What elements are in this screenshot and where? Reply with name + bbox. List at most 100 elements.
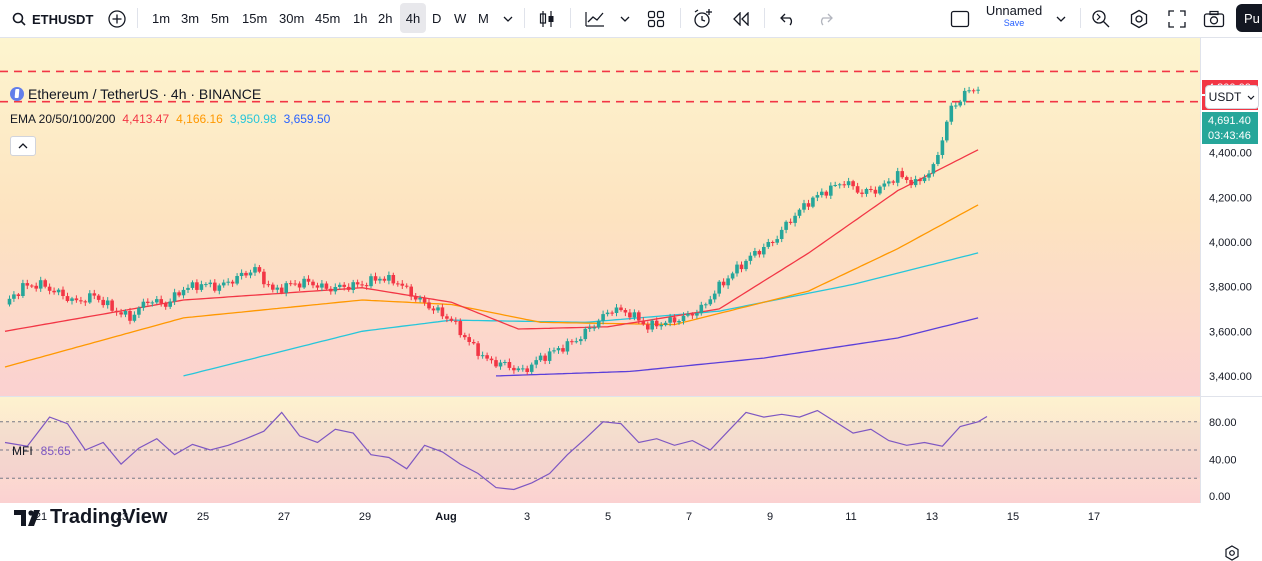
candle-body (253, 267, 257, 273)
candle-body (422, 297, 427, 303)
chart-legend-title[interactable]: Ethereum / TetherUS · 4h · BINANCE (10, 86, 261, 102)
candle-body (355, 282, 360, 285)
interval-d[interactable]: D (428, 3, 445, 33)
candle-body (779, 229, 784, 239)
interval-45m[interactable]: 45m (311, 3, 344, 33)
candle-body (690, 313, 695, 316)
candle-body (507, 362, 512, 368)
candle-body (695, 313, 699, 316)
candle-body (463, 335, 467, 338)
candle-body (458, 321, 463, 336)
candle-body (271, 284, 275, 290)
time-tick-label: Aug (435, 511, 456, 523)
interval-m[interactable]: M (474, 3, 493, 33)
mfi-legend[interactable]: MFI 85.65 (12, 444, 71, 458)
candle-body (610, 312, 614, 314)
price-tick-label: 3,800.00 (1209, 282, 1252, 294)
candle-body (587, 327, 592, 329)
candle-body (364, 285, 369, 287)
candle-body (105, 300, 110, 306)
candle-body (882, 183, 887, 187)
candle-body (686, 313, 690, 316)
alert-icon[interactable] (689, 4, 717, 34)
candle-body (230, 281, 235, 284)
candle-body (900, 171, 904, 178)
candle-body (824, 191, 829, 196)
candle-body (47, 286, 52, 291)
separator (524, 8, 525, 28)
candle-body (561, 348, 565, 352)
interval-1m[interactable]: 1m (148, 3, 174, 33)
symbol-description: Ethereum / TetherUS · 4h · BINANCE (28, 86, 262, 102)
candle-body (248, 272, 253, 276)
candle-body (351, 282, 355, 290)
settings-icon[interactable] (1125, 4, 1153, 34)
chart-area[interactable]: 4,800.004,700.004,691.4003:43:46 4,400.0… (0, 38, 1262, 561)
separator (137, 8, 138, 28)
add-symbol-icon[interactable] (103, 4, 131, 34)
candle-body (596, 320, 601, 328)
candle-body (766, 242, 771, 247)
candle-body (150, 302, 155, 304)
candle-body (592, 327, 596, 329)
candle-body (293, 283, 297, 285)
interval-w[interactable]: W (450, 3, 470, 33)
candle-body (436, 307, 440, 311)
replay-icon[interactable] (727, 4, 755, 34)
chevron-down-icon[interactable] (494, 4, 522, 34)
interval-3m[interactable]: 3m (177, 3, 203, 33)
candle-body (288, 283, 293, 285)
candle-body (860, 192, 864, 194)
collapse-legend-button[interactable] (10, 136, 36, 156)
interval-2h[interactable]: 2h (374, 3, 396, 33)
interval-1h[interactable]: 1h (349, 3, 371, 33)
candle-body (262, 271, 266, 285)
interval-15m[interactable]: 15m (238, 3, 271, 33)
templates-icon[interactable] (642, 4, 670, 34)
symbol-search-button[interactable]: ETHUSDT (8, 4, 97, 34)
last-price-label: 4,691.40 (1208, 115, 1251, 127)
candle-body (409, 286, 413, 297)
ema-legend[interactable]: EMA 20/50/100/200 4,413.47 4,166.16 3,95… (10, 112, 330, 126)
candle-body (976, 89, 980, 91)
candle-body (7, 298, 12, 305)
symbol-label: ETHUSDT (32, 11, 94, 27)
candle-body (431, 308, 436, 311)
candle-body (128, 311, 132, 321)
candle-body (851, 181, 855, 187)
indicators-icon[interactable] (581, 4, 609, 34)
interval-30m[interactable]: 30m (275, 3, 308, 33)
candle-body (512, 367, 516, 371)
candle-body (820, 191, 824, 196)
chevron-down-icon[interactable] (1047, 4, 1075, 34)
quick-search-icon[interactable] (1087, 4, 1115, 34)
candle-body (454, 320, 458, 322)
candle-body (159, 299, 163, 304)
ema20-value: 4,413.47 (122, 112, 170, 126)
candle-body (869, 189, 873, 190)
undo-icon[interactable] (774, 4, 802, 34)
candle-body (864, 189, 869, 194)
chevron-down-icon[interactable] (611, 4, 639, 34)
candle-body (552, 350, 556, 352)
candle-body (949, 105, 954, 122)
axis-settings-icon[interactable] (1224, 545, 1240, 561)
candle-body (605, 312, 610, 315)
snapshot-icon[interactable] (1200, 4, 1228, 34)
candles-icon[interactable] (533, 4, 561, 34)
candle-body (529, 364, 534, 372)
currency-select[interactable]: USDT (1205, 85, 1259, 109)
layout-name-button[interactable]: Unnamed Save (984, 4, 1044, 29)
publish-button[interactable]: Pu (1236, 4, 1262, 32)
candle-body (168, 301, 172, 307)
candle-body (306, 278, 311, 282)
interval-5m[interactable]: 5m (207, 3, 233, 33)
layout-icon[interactable] (946, 4, 974, 34)
redo-icon[interactable] (811, 4, 839, 34)
tradingview-logo[interactable]: TradingView (14, 506, 167, 529)
candle-body (369, 276, 373, 287)
candle-body (110, 300, 114, 311)
interval-4h[interactable]: 4h (400, 3, 426, 33)
fullscreen-icon[interactable] (1163, 4, 1191, 34)
candle-body (311, 281, 315, 286)
